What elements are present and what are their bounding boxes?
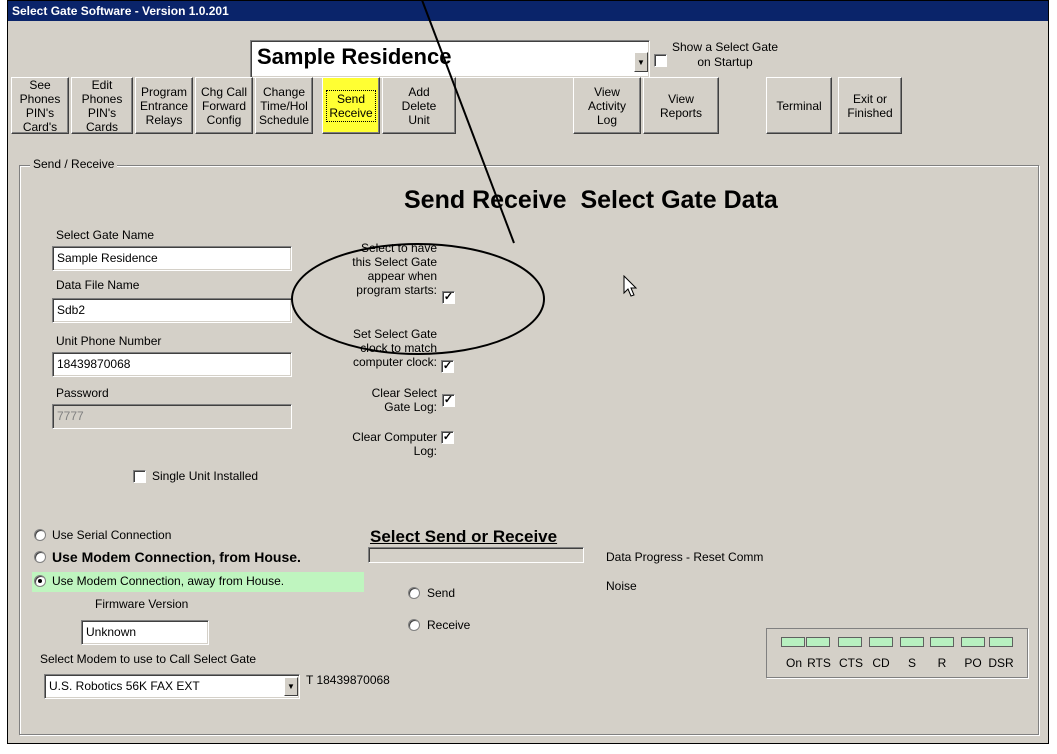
serial-connection-radio[interactable]: [34, 529, 46, 541]
serial-connection-label: Use Serial Connection: [52, 528, 172, 542]
led-dsr: [989, 637, 1013, 647]
modem-select-label: Select Modem to use to Call Select Gate: [40, 652, 257, 666]
modem-status-panel: [766, 628, 1028, 678]
modem-select-value: U.S. Robotics 56K FAX EXT: [49, 679, 200, 693]
modem-house-label: Use Modem Connection, from House.: [52, 549, 301, 565]
firmware-label: Firmware Version: [95, 597, 189, 611]
led-on: [781, 637, 805, 647]
led-label-s: S: [907, 656, 916, 670]
led-cts: [838, 637, 862, 647]
led-r: [930, 637, 954, 647]
led-label-cd: CD: [872, 656, 890, 670]
led-label-cts: CTS: [839, 656, 863, 670]
led-rts: [806, 637, 830, 647]
receive-label: Receive: [427, 618, 471, 632]
send-receive-heading: Select Send or Receive: [370, 527, 558, 546]
modem-dropdown-arrow[interactable]: ▼: [284, 677, 298, 696]
send-label: Send: [427, 586, 456, 600]
data-progress-bar: [368, 547, 584, 563]
send-radio[interactable]: [408, 587, 420, 599]
noise-label: Noise: [606, 579, 637, 593]
firmware-field[interactable]: Unknown: [81, 620, 209, 645]
annotation-ellipse: [291, 243, 545, 355]
led-label-r: R: [937, 656, 947, 670]
modem-away-label: Use Modem Connection, away from House.: [52, 574, 285, 588]
led-label-rts: RTS: [807, 656, 831, 670]
receive-radio[interactable]: [408, 619, 420, 631]
modem-number: T 18439870068: [306, 673, 390, 687]
led-label-dsr: DSR: [988, 656, 1014, 670]
led-s: [900, 637, 924, 647]
led-cd: [869, 637, 893, 647]
led-po: [961, 637, 985, 647]
mouse-pointer-icon: [623, 275, 638, 297]
annotation-arrow-line: [421, 0, 515, 244]
modem-away-radio[interactable]: [34, 575, 46, 587]
modem-house-radio[interactable]: [34, 551, 46, 563]
modem-select-combobox[interactable]: U.S. Robotics 56K FAX EXT: [44, 674, 300, 699]
data-progress-label: Data Progress - Reset Comm: [606, 550, 764, 564]
